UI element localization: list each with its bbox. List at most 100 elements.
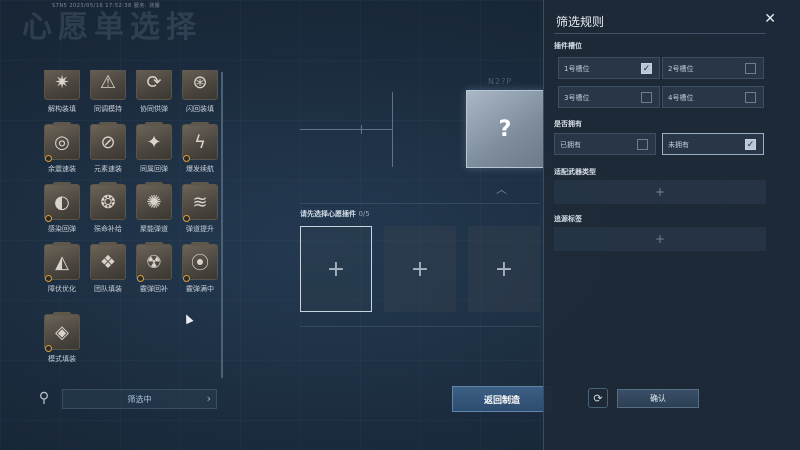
add-source-tag-button[interactable]: + [554,227,766,251]
chevron-up-icon[interactable]: ︿ [496,184,507,195]
checkbox-checked-icon[interactable]: ✓ [641,63,652,74]
plugin-card-label: 聚能弹道 [140,225,168,233]
checkbox-checked-icon[interactable]: ✓ [745,139,756,150]
plus-icon: + [326,256,346,282]
card-tab [53,312,71,316]
plugin-card-label: 感染回弹 [48,225,76,233]
own-option-1[interactable]: 已拥有 [554,133,656,155]
triangle-icon: ⚠ [99,71,117,93]
card-tab [145,242,163,246]
wishlist-slot-3[interactable]: + [468,226,540,312]
plugin-card[interactable]: ⊘ [90,122,126,160]
sync-icon: ⟳ [146,71,162,93]
preview-code-label: N2?P [488,77,513,86]
badge-icon [183,275,190,282]
wishlist-slot-1[interactable]: + [300,226,372,312]
plugin-card[interactable]: ⦿ [182,242,218,282]
card-tab [191,122,209,126]
plugin-card-label: 同属回弹 [140,165,168,173]
preview-guide-horizontal [300,129,392,130]
checkbox-icon[interactable] [745,63,756,74]
card-tab [191,182,209,186]
return-to-craft-button[interactable]: 返回制造 [452,386,552,412]
badge-icon [183,155,190,162]
plugin-card-label: 模式填装 [48,355,76,363]
plus-icon: + [494,256,514,282]
plugin-card-label: 霰弹满中 [186,285,214,293]
plus-icon: + [410,256,430,282]
checkbox-icon[interactable] [745,92,756,103]
supply-icon: ❂ [100,191,116,213]
plugin-card[interactable]: ⟳ [136,70,172,100]
card-tab [53,182,71,186]
badge-icon [45,215,52,222]
plugin-card-label: 元素速装 [94,165,122,173]
filter-rules-panel: 筛选规则 ✕ 插件槽位 1号槽位 ✓ 2号槽位 3号槽位 4号槽位 是否拥有 已拥有 未拥… [543,0,800,450]
slots-option-label: 4号槽位 [668,94,694,102]
card-tab [53,122,71,126]
divider [300,326,540,327]
plugin-card[interactable]: ◭ [44,242,80,282]
slots-option-3[interactable]: 3号槽位 [558,86,660,108]
confirm-button[interactable]: 确认 [617,389,699,408]
divider [300,203,540,204]
plugin-card[interactable]: ❖ [90,242,126,280]
own-option-2[interactable]: 未拥有 ✓ [662,133,764,155]
reset-filter-button[interactable]: ⟳ [588,388,608,408]
plus-icon: + [654,185,666,199]
plugin-card[interactable]: ✦ [136,122,172,160]
burst-icon: ✷ [54,71,70,93]
ownership-section-title: 是否拥有 [554,120,582,128]
plugin-card[interactable]: ◐ [44,182,80,222]
plus-icon: + [654,232,666,246]
slots-option-2[interactable]: 2号槽位 [662,57,764,79]
rewind-icon: ⊛ [192,71,208,93]
add-weapon-type-button[interactable]: + [554,180,766,204]
card-tab [145,122,163,126]
source-tag-section-title: 追源标签 [554,215,582,223]
search-icon[interactable]: ⚲ [34,388,54,408]
divider [554,33,766,34]
plugin-card[interactable]: ❂ [90,182,126,220]
bolt-icon: ϟ [194,131,206,153]
filter-toggle-button[interactable]: 筛选中 › [62,389,217,409]
plugin-card[interactable]: ⊛ [182,70,218,100]
plugin-card[interactable]: ☢ [136,242,172,282]
bullets-icon: ≋ [192,191,208,213]
plugin-card-label: 殒命补给 [94,225,122,233]
target-icon: ⦿ [191,253,209,274]
plugin-grid: ✷ 解构装填 ⚠ 同调模持 ⟳ 协同供弹 ⊛ 闪回装填 ◎ 余震速装 ⊘ 元素速装 ✦ 同属回弹 ϟ 爆发续航… [32,70,222,380]
badge-icon [137,275,144,282]
checkbox-icon[interactable] [641,92,652,103]
slots-option-label: 3号槽位 [564,94,590,102]
plugin-card[interactable]: ✷ [44,70,80,100]
plugin-card[interactable]: ⚠ [90,70,126,100]
unknown-plugin-preview[interactable]: ? [466,90,544,168]
card-tab [191,242,209,246]
checkbox-icon[interactable] [637,139,648,150]
team-icon: ❖ [99,251,117,273]
shell-icon: ☢ [145,251,163,273]
plugin-card[interactable]: ≋ [182,182,218,222]
plugin-card[interactable]: ◎ [44,122,80,162]
wishlist-slot-count: 0/5 [358,210,370,218]
plugin-card-label: 协同供弹 [140,105,168,113]
slots-option-label: 2号槽位 [668,65,694,73]
question-mark-icon: ? [498,116,512,142]
close-icon[interactable]: ✕ [764,11,776,27]
plugin-card-label: 爆发续航 [186,165,214,173]
plugin-card[interactable]: ◈ [44,312,80,352]
own-option-label: 未拥有 [668,141,689,149]
wishlist-slot-prompt: 请先选择心愿插件 0/5 [300,209,370,219]
shockwave-icon: ◎ [54,131,70,153]
badge-icon [183,215,190,222]
filter-toggle-label: 筛选中 [127,394,152,404]
wishlist-slot-2[interactable]: + [384,226,456,312]
plugin-card[interactable]: ϟ [182,122,218,162]
plugin-card[interactable]: ✺ [136,182,172,220]
scrollbar[interactable] [221,72,223,378]
mode-icon: ◈ [55,321,69,343]
plugin-card-label: 余震速装 [48,165,76,173]
slots-option-4[interactable]: 4号槽位 [662,86,764,108]
slots-option-1[interactable]: 1号槽位 ✓ [558,57,660,79]
